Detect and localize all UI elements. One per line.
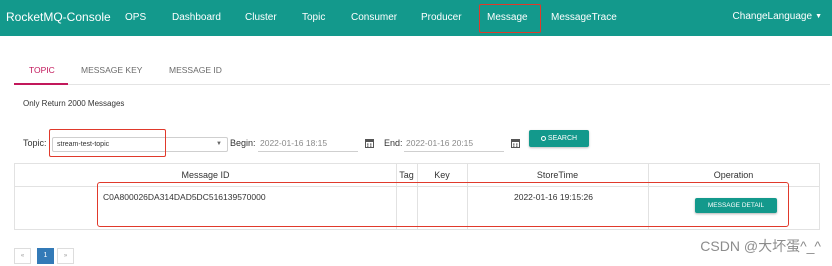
nav-consumer[interactable]: Consumer [351, 12, 397, 23]
tab-topic[interactable]: TOPIC [29, 65, 55, 75]
brand-logo[interactable]: RocketMQ-Console [6, 10, 111, 24]
chevron-down-icon: ▼ [815, 12, 822, 20]
search-button-label: SEARCH [547, 135, 578, 142]
nav-producer[interactable]: Producer [421, 12, 462, 23]
tab-message-key[interactable]: MESSAGE KEY [81, 65, 142, 75]
search-mode-tabs: TOPIC MESSAGE KEY MESSAGE ID [14, 60, 830, 85]
calendar-icon[interactable] [511, 138, 520, 148]
chevron-down-icon: ▼ [216, 141, 222, 147]
search-button[interactable]: SEARCH [529, 130, 589, 147]
nav-message-highlight-box [479, 4, 541, 33]
info-text: Only Return 2000 Messages [23, 99, 125, 108]
topic-label: Topic: [23, 138, 47, 148]
end-label: End: [384, 138, 403, 148]
end-date-value: 2022-01-16 20:15 [406, 138, 474, 148]
end-date-input[interactable]: 2022-01-16 20:15 [404, 135, 504, 152]
active-tab-indicator [14, 83, 68, 85]
topic-highlight-box [49, 129, 166, 157]
begin-date-value: 2022-01-16 18:15 [260, 138, 328, 148]
search-icon [540, 135, 546, 141]
top-navbar: RocketMQ-Console OPS Dashboard Cluster T… [0, 0, 832, 36]
row-highlight-box [97, 182, 789, 227]
nav-topic[interactable]: Topic [302, 12, 325, 23]
change-language-dropdown[interactable]: ChangeLanguage ▼ [733, 11, 822, 22]
tab-message-id[interactable]: MESSAGE ID [169, 65, 222, 75]
nav-ops[interactable]: OPS [125, 12, 146, 23]
calendar-icon[interactable] [365, 138, 374, 148]
begin-date-input[interactable]: 2022-01-16 18:15 [258, 135, 358, 152]
nav-messagetrace[interactable]: MessageTrace [551, 12, 617, 23]
change-language-label: ChangeLanguage [732, 11, 813, 22]
pagination-page-current[interactable]: 1 [37, 248, 54, 264]
begin-label: Begin: [230, 138, 256, 148]
pagination-next[interactable]: » [57, 248, 74, 264]
pagination-prev[interactable]: « [14, 248, 31, 264]
nav-dashboard[interactable]: Dashboard [172, 12, 221, 23]
watermark: CSDN @大坏蛋^_^ [700, 238, 821, 254]
nav-cluster[interactable]: Cluster [245, 12, 277, 23]
